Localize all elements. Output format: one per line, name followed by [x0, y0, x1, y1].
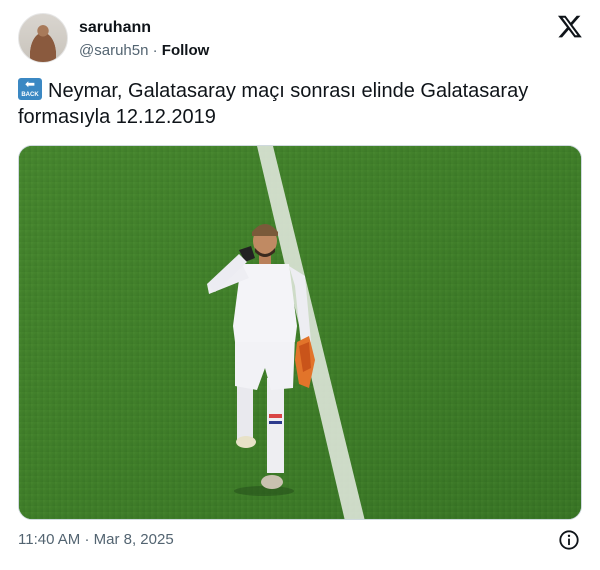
- tweet-photo[interactable]: [18, 145, 582, 520]
- author-handle-row: @saruh5n · Follow: [79, 42, 209, 59]
- tweet-date: Mar 8, 2025: [93, 531, 174, 548]
- author-handle[interactable]: @saruh5n: [79, 42, 148, 59]
- tweet-text: ⬅ BACK Neymar, Galatasaray maçı sonrası …: [18, 77, 578, 130]
- timestamp-separator: ·: [84, 531, 90, 548]
- back-arrow-emoji-icon: ⬅ BACK: [18, 77, 42, 100]
- separator-dot: ·: [152, 42, 158, 59]
- author-name[interactable]: saruhann: [79, 19, 151, 37]
- avatar[interactable]: [18, 13, 68, 63]
- info-icon[interactable]: [558, 529, 580, 551]
- tweet-body: Neymar, Galatasaray maçı sonrası elinde …: [18, 80, 529, 128]
- follow-button[interactable]: Follow: [162, 42, 210, 59]
- tweet-timestamp[interactable]: 11:40 AM · Mar 8, 2025: [18, 531, 174, 548]
- x-logo-icon[interactable]: [557, 13, 583, 39]
- emoji-label: BACK: [21, 92, 39, 98]
- tweet-time: 11:40 AM: [18, 531, 81, 548]
- football-pitch-image: [19, 146, 581, 519]
